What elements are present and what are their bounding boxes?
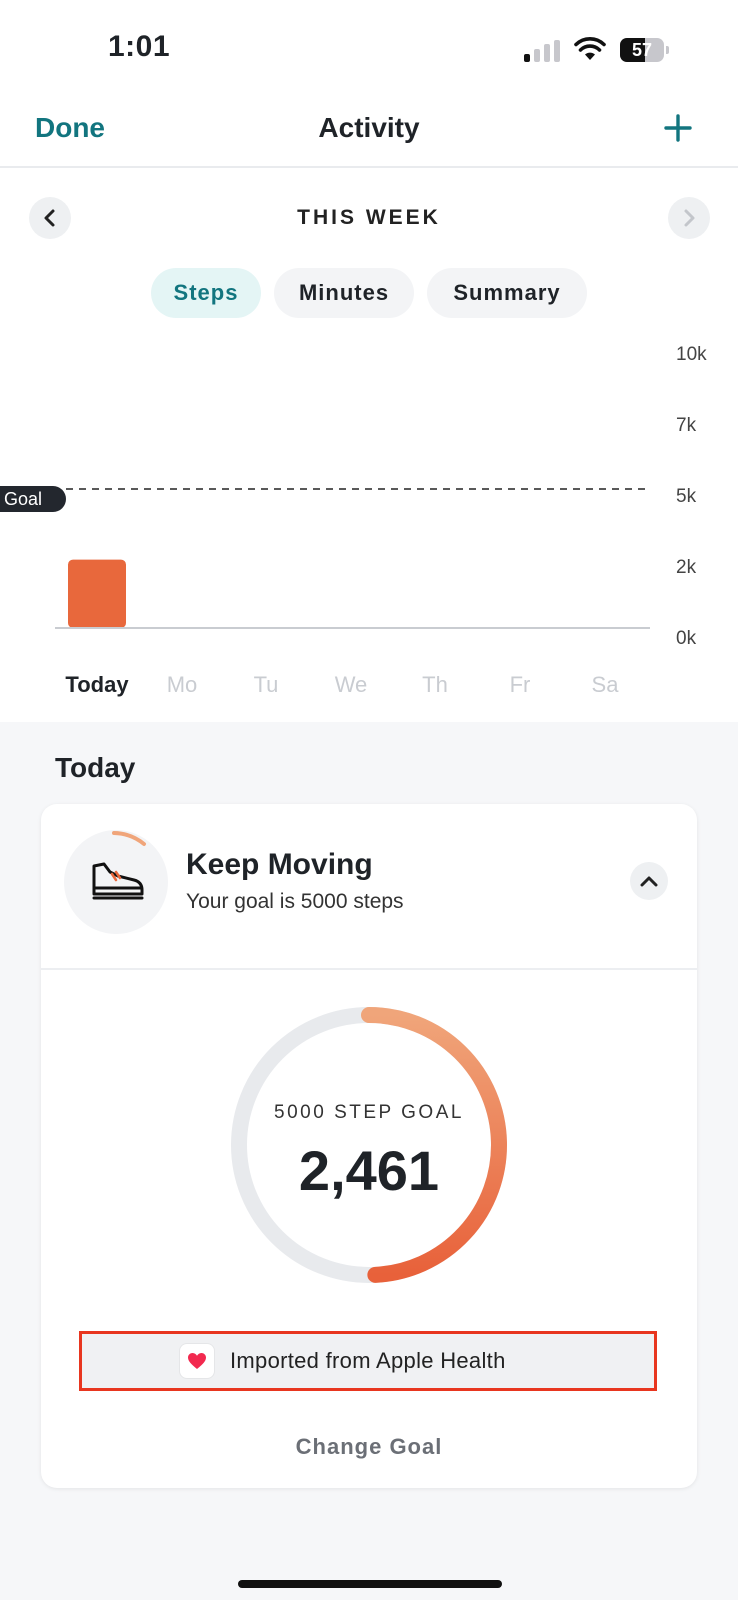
collapse-card-button[interactable] bbox=[630, 862, 668, 900]
week-title: THIS WEEK bbox=[297, 206, 441, 229]
import-source-text: Imported from Apple Health bbox=[230, 1348, 506, 1373]
change-goal-button[interactable]: Change Goal bbox=[0, 1434, 738, 1460]
section-heading: Today bbox=[55, 752, 136, 783]
x-tick-label: Fr bbox=[509, 672, 531, 697]
card-subtitle: Your goal is 5000 steps bbox=[186, 890, 404, 913]
x-tick-label: Mo bbox=[166, 672, 198, 697]
card-title: Keep Moving bbox=[186, 848, 373, 881]
add-activity-button[interactable] bbox=[664, 106, 692, 150]
status-time: 1:01 bbox=[108, 30, 171, 63]
home-indicator bbox=[238, 1580, 502, 1588]
y-tick-label: 7k bbox=[676, 415, 697, 436]
battery-percent: 57 bbox=[631, 40, 653, 60]
heart-icon bbox=[188, 1353, 206, 1369]
plus-icon bbox=[664, 114, 692, 142]
cellular-signal-icon bbox=[524, 40, 562, 62]
wifi-icon bbox=[574, 36, 606, 62]
done-button[interactable]: Done bbox=[35, 112, 105, 144]
page-title: Activity bbox=[318, 112, 420, 143]
x-tick-label: We bbox=[334, 672, 368, 697]
steps-chart bbox=[55, 488, 650, 629]
tab-summary[interactable]: Summary bbox=[427, 268, 587, 318]
nav-divider bbox=[0, 166, 738, 168]
shoe-icon-badge bbox=[64, 830, 168, 934]
battery-icon: 57 bbox=[620, 38, 669, 62]
next-week-button[interactable] bbox=[668, 197, 710, 239]
tab-minutes[interactable]: Minutes bbox=[274, 268, 414, 318]
y-tick-label: 0k bbox=[676, 628, 697, 649]
chevron-right-icon bbox=[684, 209, 695, 227]
step-count: 2,461 bbox=[298, 1139, 440, 1202]
shoe-icon bbox=[92, 862, 144, 900]
apple-health-icon bbox=[180, 1344, 214, 1378]
bar-today[interactable] bbox=[68, 559, 126, 628]
x-tick-label: Today bbox=[65, 672, 129, 697]
y-tick-label: 5k bbox=[676, 486, 697, 507]
goal-marker-label: Goal bbox=[0, 486, 66, 512]
card-divider bbox=[41, 968, 697, 970]
y-tick-label: 10k bbox=[676, 344, 707, 365]
x-tick-label: Th bbox=[422, 672, 448, 697]
x-tick-label: Sa bbox=[591, 672, 619, 697]
x-tick-label: Tu bbox=[253, 672, 279, 697]
y-tick-label: 2k bbox=[676, 557, 697, 578]
tab-steps[interactable]: Steps bbox=[151, 268, 261, 318]
step-goal-label: 5000 STEP GOAL bbox=[274, 1102, 464, 1123]
chevron-up-icon bbox=[640, 876, 658, 887]
